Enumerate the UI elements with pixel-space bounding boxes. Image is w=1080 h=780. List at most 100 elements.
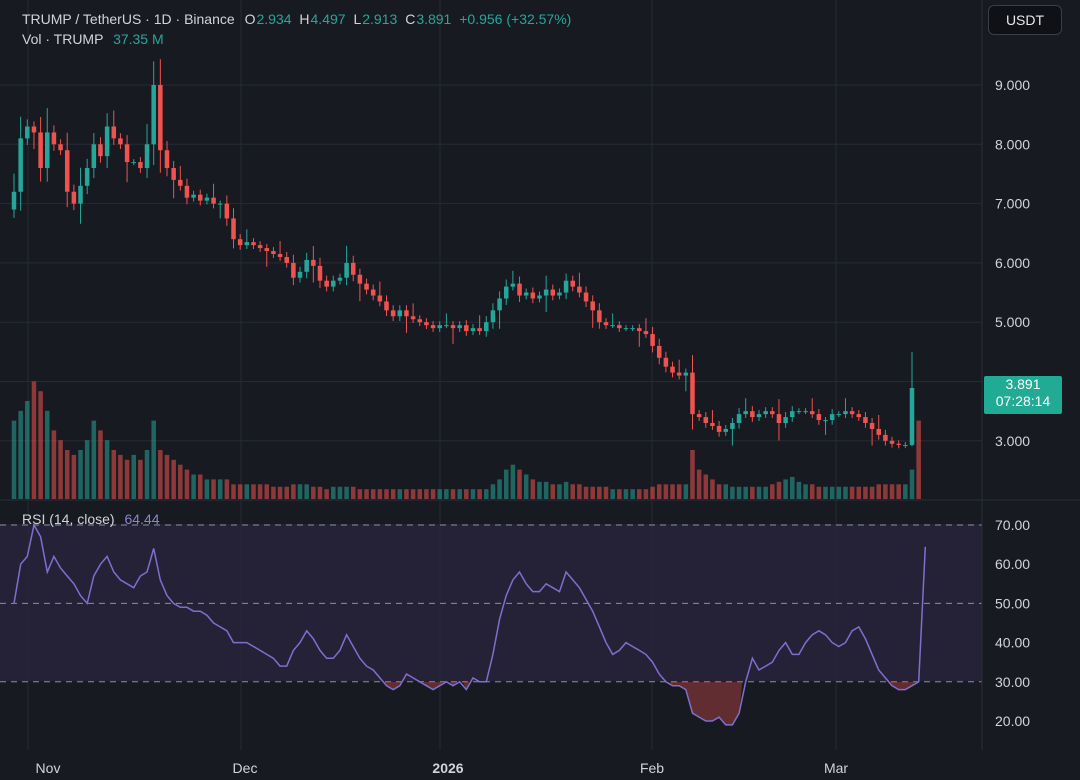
volume-bar	[537, 481, 542, 499]
candle-body	[311, 259, 316, 266]
volume-bar	[550, 484, 556, 499]
candle-body	[829, 414, 835, 421]
time-axis[interactable]: Nov Dec 2026 Feb Mar	[36, 760, 849, 776]
candle-body	[344, 262, 349, 278]
volume-bar	[164, 454, 170, 499]
candle-body	[543, 289, 549, 296]
volume-bar	[776, 481, 782, 499]
candle-body	[410, 316, 416, 320]
time-tick-label: Mar	[824, 760, 848, 776]
candle-body	[118, 138, 123, 145]
volume-bar	[417, 489, 423, 499]
trading-chart[interactable]: 9.0008.0007.0006.0005.0004.0003.000 70.0…	[0, 0, 1080, 780]
candle-body	[783, 417, 788, 424]
volume-bar	[424, 489, 429, 499]
open-value: 2.934	[256, 11, 292, 27]
volume-bar	[829, 486, 835, 499]
candle-body	[138, 162, 143, 169]
symbol-title[interactable]: TRUMP / TetherUS · 1D · Binance	[22, 11, 235, 27]
volume-bar	[204, 479, 210, 499]
candle-body	[277, 254, 283, 257]
candle-body	[444, 325, 449, 327]
volume-bar	[337, 486, 343, 499]
candle-body	[523, 292, 529, 296]
volume-bar	[517, 469, 522, 499]
volume-bar	[304, 484, 309, 499]
candle-body	[211, 197, 216, 204]
volume-bar	[603, 486, 609, 499]
candle-body	[883, 434, 888, 441]
low-label: L	[353, 11, 362, 27]
volume-bar	[856, 486, 862, 499]
candle-body	[204, 197, 210, 201]
volume-bar	[11, 420, 17, 499]
bar-countdown: 07:28:14	[995, 393, 1051, 409]
candle-body	[11, 191, 17, 210]
volume-bar	[350, 486, 356, 499]
candle-body	[763, 411, 768, 415]
candle-body	[776, 414, 782, 424]
volume-bar	[770, 484, 775, 499]
candlesticks[interactable]	[11, 59, 915, 449]
volume-bar	[64, 450, 70, 499]
candle-body	[44, 132, 50, 169]
volume-bar	[144, 450, 150, 499]
volume-bar	[151, 420, 156, 499]
volume-bar	[750, 486, 755, 499]
volume-label[interactable]: Vol · TRUMP	[22, 31, 103, 47]
volume-bar	[38, 391, 43, 499]
volume-bar	[78, 450, 83, 499]
candle-body	[570, 280, 576, 287]
high-label: H	[299, 11, 310, 27]
volume-bar	[570, 484, 576, 499]
candle-body	[464, 325, 469, 332]
volume-bar	[663, 484, 669, 499]
currency-button[interactable]: USDT	[988, 5, 1062, 35]
candle-body	[637, 328, 642, 332]
candle-body	[484, 322, 489, 332]
volume-bar	[184, 469, 190, 499]
volume-value: 37.35 M	[113, 31, 164, 47]
volume-bar	[756, 486, 762, 499]
volume-bar	[650, 486, 655, 499]
volume-bar	[58, 440, 63, 499]
candle-body	[390, 310, 396, 317]
volume-bar	[523, 474, 529, 499]
volume-legend: Vol · TRUMP 37.35 M	[22, 31, 164, 47]
rsi-axis[interactable]: 70.00 60.00 50.00 40.00 30.00 20.00	[995, 517, 1030, 729]
candle-body	[297, 271, 303, 278]
last-price-tag: 3.891 07:28:14	[984, 376, 1062, 414]
volume-bar	[171, 459, 176, 499]
candle-body	[284, 256, 289, 263]
volume-bar	[131, 454, 136, 499]
price-tick-label: 7.000	[995, 196, 1030, 212]
candle-body	[104, 126, 110, 157]
candle-body	[770, 411, 775, 415]
volume-bar	[790, 476, 795, 499]
candle-body	[796, 411, 802, 413]
candle-body	[590, 301, 595, 311]
volume-bar	[816, 486, 822, 499]
candle-body	[184, 185, 190, 198]
candle-body	[144, 144, 150, 169]
price-tick-label: 5.000	[995, 314, 1030, 330]
volume-bar	[344, 486, 349, 499]
rsi-label[interactable]: RSI (14, close)	[22, 511, 115, 527]
volume-bar	[610, 489, 615, 499]
candle-body	[630, 328, 635, 330]
time-tick-label: Dec	[233, 760, 258, 776]
volume-bar	[743, 486, 748, 499]
candle-body	[364, 283, 369, 290]
volume-bar	[563, 481, 569, 499]
candle-body	[696, 414, 702, 418]
volume-bar	[217, 479, 223, 499]
volume-bar	[44, 410, 50, 499]
volume-bar	[25, 401, 30, 499]
candle-body	[643, 331, 649, 335]
candle-body	[790, 411, 795, 418]
candle-body	[191, 194, 196, 198]
candle-body	[716, 425, 722, 432]
volume-bar	[357, 489, 363, 499]
candle-body	[816, 414, 822, 421]
volume-bar	[18, 410, 23, 499]
